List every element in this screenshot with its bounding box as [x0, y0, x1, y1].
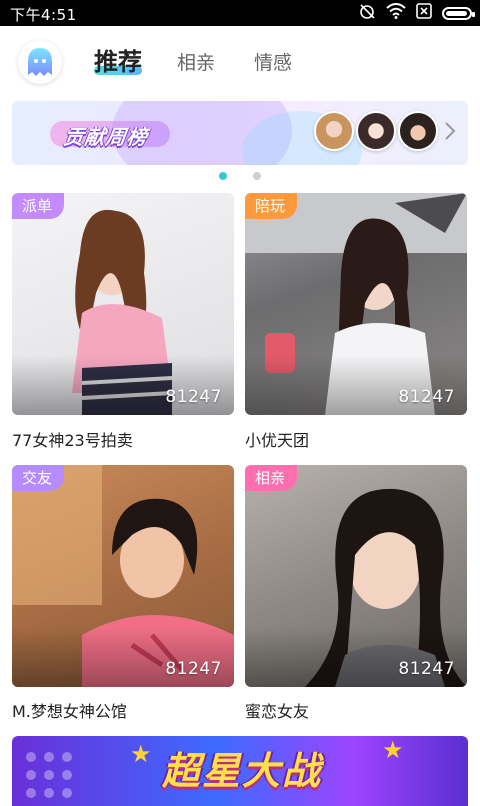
tab-emotion[interactable]: 情感	[254, 48, 292, 75]
top-contributors	[314, 111, 438, 151]
carousel-dot[interactable]	[219, 172, 227, 180]
ghost-mascot-icon	[28, 48, 52, 76]
contributor-avatar[interactable]	[314, 111, 354, 151]
weekly-ranking-banner[interactable]: 贡献周榜	[12, 101, 468, 165]
room-title[interactable]: 77女神23号拍卖	[12, 427, 133, 451]
wifi-icon	[386, 3, 406, 23]
room-card[interactable]: 相亲 81247	[245, 465, 467, 687]
sim-x-icon	[416, 3, 432, 23]
promo-banner-title: 超星大战	[162, 749, 323, 793]
tab-emotion-label: 情感	[254, 52, 293, 74]
tab-matchmaking[interactable]: 相亲	[177, 48, 215, 75]
room-title[interactable]: 蜜恋女友	[245, 698, 309, 722]
room-card[interactable]: 派单 81247	[12, 193, 234, 415]
room-card[interactable]: 陪玩 81247	[245, 193, 467, 415]
carousel-dot[interactable]	[253, 172, 261, 180]
status-time: 下午4:51	[10, 6, 77, 24]
weekly-ranking-title: 贡献周榜	[62, 125, 150, 149]
chevron-right-icon	[444, 121, 456, 146]
room-title[interactable]: M.梦想女神公馆	[12, 698, 127, 722]
room-category-badge: 交友	[12, 465, 65, 491]
contributor-avatar[interactable]	[356, 111, 396, 151]
promo-banner[interactable]: ★ ★ 超星大战	[12, 736, 468, 806]
room-category-badge: 派单	[12, 193, 65, 219]
top-header: 推荐 相亲 情感	[0, 26, 480, 96]
tab-recommend[interactable]: 推荐	[94, 42, 142, 77]
carousel-indicator	[0, 172, 480, 182]
status-bar: 下午4:51	[0, 0, 480, 26]
room-viewer-count: 81247	[398, 659, 455, 679]
decorative-dots	[26, 752, 86, 802]
room-card[interactable]: 交友 81247	[12, 465, 234, 687]
room-viewer-count: 81247	[165, 659, 222, 679]
tab-matchmaking-label: 相亲	[177, 52, 216, 74]
user-avatar[interactable]	[18, 40, 62, 84]
star-icon: ★	[382, 736, 404, 764]
room-category-badge: 陪玩	[245, 193, 298, 219]
room-category-badge: 相亲	[245, 465, 298, 491]
alarm-off-icon	[358, 2, 376, 24]
room-title[interactable]: 小优天团	[245, 427, 309, 451]
battery-icon	[442, 6, 475, 20]
contributor-avatar[interactable]	[398, 111, 438, 151]
star-icon: ★	[130, 740, 152, 768]
room-viewer-count: 81247	[165, 387, 222, 407]
room-viewer-count: 81247	[398, 387, 455, 407]
tab-recommend-label: 推荐	[94, 48, 142, 76]
